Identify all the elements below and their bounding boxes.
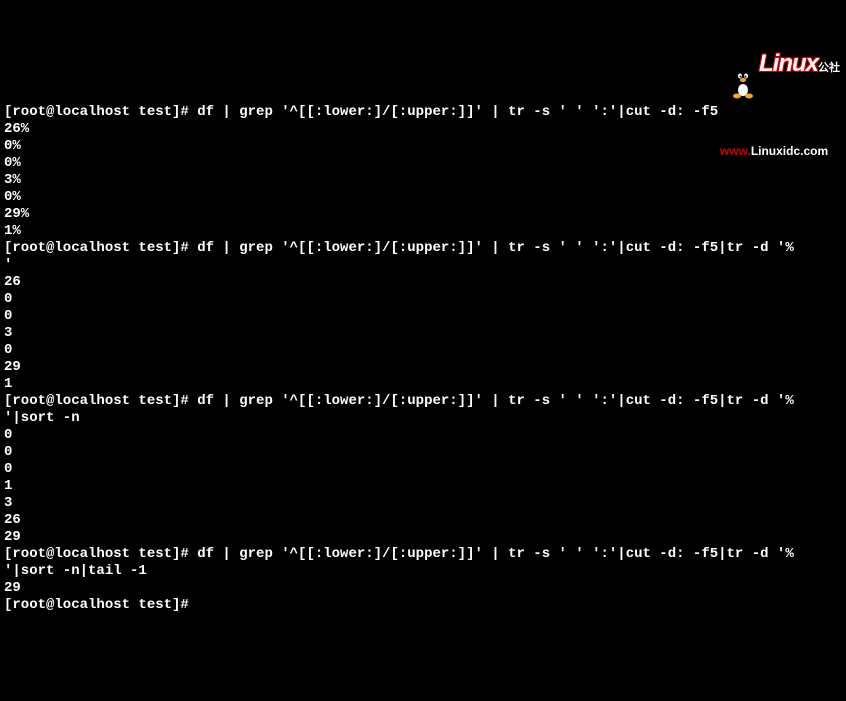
prompt-line[interactable]: [root@localhost test]# [4,597,842,614]
terminal-line: ' [4,257,842,274]
output-line: 0 [4,444,842,461]
output-line: 26 [4,274,842,291]
output-line: 1% [4,223,842,240]
terminal-line: [root@localhost test]# df | grep '^[[:lo… [4,546,842,563]
output-line: 29 [4,359,842,376]
tux-penguin-icon [679,50,707,82]
output-line: 1 [4,376,842,393]
terminal-line: '|sort -n [4,410,842,427]
output-line: 0 [4,461,842,478]
watermark: Linux公社 www.Linuxidc.com [679,4,840,194]
output-line: 1 [4,478,842,495]
terminal-line: '|sort -n|tail -1 [4,563,842,580]
output-line: 0 [4,342,842,359]
output-line: 26 [4,512,842,529]
output-line: 0 [4,427,842,444]
output-line: 29 [4,580,842,597]
output-line: 0 [4,308,842,325]
output-line: 0 [4,291,842,308]
watermark-brand: Linux [759,50,818,77]
output-line: 29% [4,206,842,223]
output-line: 3 [4,495,842,512]
output-line: 29 [4,529,842,546]
terminal-line: [root@localhost test]# df | grep '^[[:lo… [4,240,842,257]
watermark-sub: 公社 [818,62,840,74]
output-line: 3 [4,325,842,342]
watermark-url: www.Linuxidc.com [707,126,840,177]
terminal-line: [root@localhost test]# df | grep '^[[:lo… [4,393,842,410]
